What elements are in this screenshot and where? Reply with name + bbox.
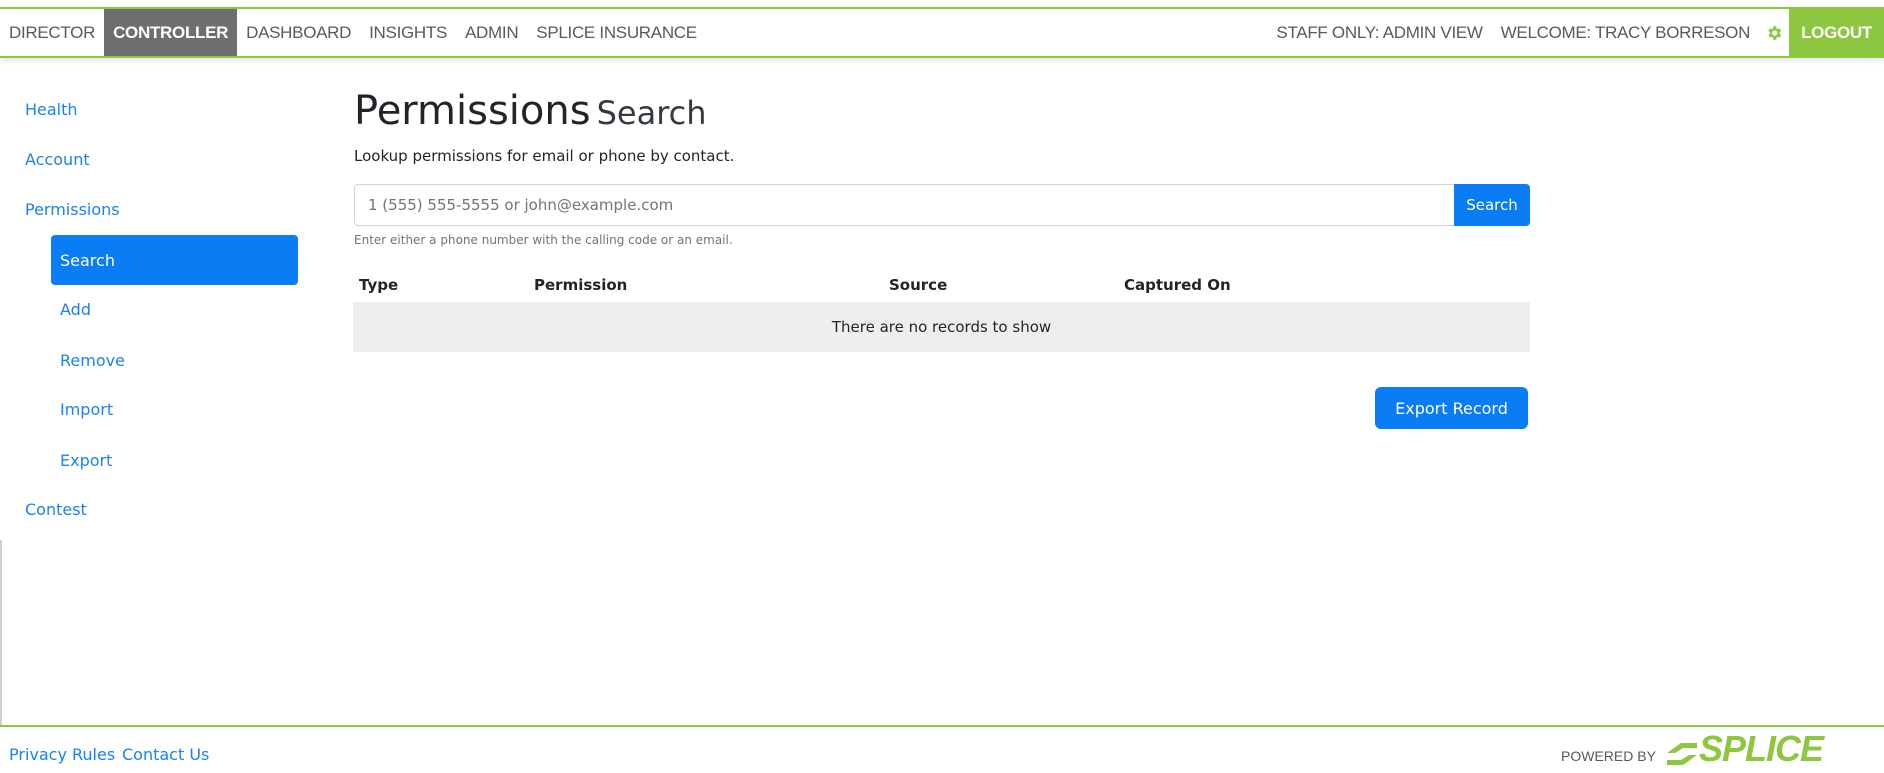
search-help-text: Enter either a phone number with the cal… (354, 233, 733, 247)
main-nav: DIRECTOR CONTROLLER DASHBOARD INSIGHTS A… (0, 9, 706, 56)
column-header-source[interactable]: Source (889, 276, 947, 294)
sidebar-subitem-import[interactable]: Import (60, 400, 113, 419)
sidebar-subitem-add[interactable]: Add (60, 300, 91, 319)
nav-insights[interactable]: INSIGHTS (360, 9, 456, 56)
powered-by-label: POWERED BY (1561, 748, 1656, 764)
nav-director[interactable]: DIRECTOR (0, 9, 104, 56)
staff-admin-view-link[interactable]: STAFF ONLY: ADMIN VIEW (1267, 9, 1491, 56)
column-header-captured-on[interactable]: Captured On (1124, 276, 1231, 294)
contact-search-input[interactable] (354, 184, 1454, 226)
page-edge-divider (0, 540, 2, 725)
table-header: Type Permission Source Captured On (353, 270, 1530, 302)
search-button[interactable]: Search (1454, 184, 1530, 226)
splice-logo: SPLICE (1665, 728, 1824, 769)
sidebar-item-account[interactable]: Account (25, 150, 90, 169)
sidebar-item-contest[interactable]: Contest (25, 500, 87, 519)
page-description: Lookup permissions for email or phone by… (354, 147, 735, 165)
logout-button[interactable]: LOGOUT (1789, 9, 1884, 56)
permissions-table: Type Permission Source Captured On There… (353, 270, 1530, 352)
page-title-main: Permissions (354, 88, 591, 134)
welcome-user: WELCOME: TRACY BORRESON (1500, 22, 1751, 42)
empty-table-message: There are no records to show (353, 302, 1530, 352)
gear-icon[interactable] (1759, 9, 1789, 56)
export-record-button[interactable]: Export Record (1375, 387, 1528, 429)
nav-dashboard[interactable]: DASHBOARD (237, 9, 360, 56)
sidebar-subitem-export[interactable]: Export (60, 451, 112, 470)
user-nav: STAFF ONLY: ADMIN VIEW WELCOME: TRACY BO… (1267, 9, 1884, 56)
page-title-sub: Search (596, 94, 707, 132)
splice-logo-wordmark: SPLICE (1699, 728, 1824, 769)
splice-logo-mark-icon (1667, 743, 1697, 765)
nav-admin[interactable]: ADMIN (456, 9, 527, 56)
sidebar-subitem-remove[interactable]: Remove (60, 351, 125, 370)
column-header-type[interactable]: Type (359, 276, 398, 294)
privacy-rules-link[interactable]: Privacy Rules (9, 745, 115, 764)
nav-controller[interactable]: CONTROLLER (104, 9, 238, 56)
sidebar-item-permissions[interactable]: Permissions (25, 200, 120, 219)
footer: Privacy Rules Contact Us POWERED BY SPLI… (0, 725, 1884, 773)
sidebar-item-health[interactable]: Health (25, 100, 78, 119)
column-header-permission[interactable]: Permission (534, 276, 627, 294)
sidebar-subitem-search[interactable]: Search (51, 235, 298, 285)
search-group: Search (354, 184, 1530, 226)
nav-splice-insurance[interactable]: SPLICE INSURANCE (527, 9, 706, 56)
contact-us-link[interactable]: Contact Us (122, 745, 209, 764)
page-title: Permissions Search (354, 88, 707, 134)
top-nav-bar: DIRECTOR CONTROLLER DASHBOARD INSIGHTS A… (0, 7, 1884, 58)
